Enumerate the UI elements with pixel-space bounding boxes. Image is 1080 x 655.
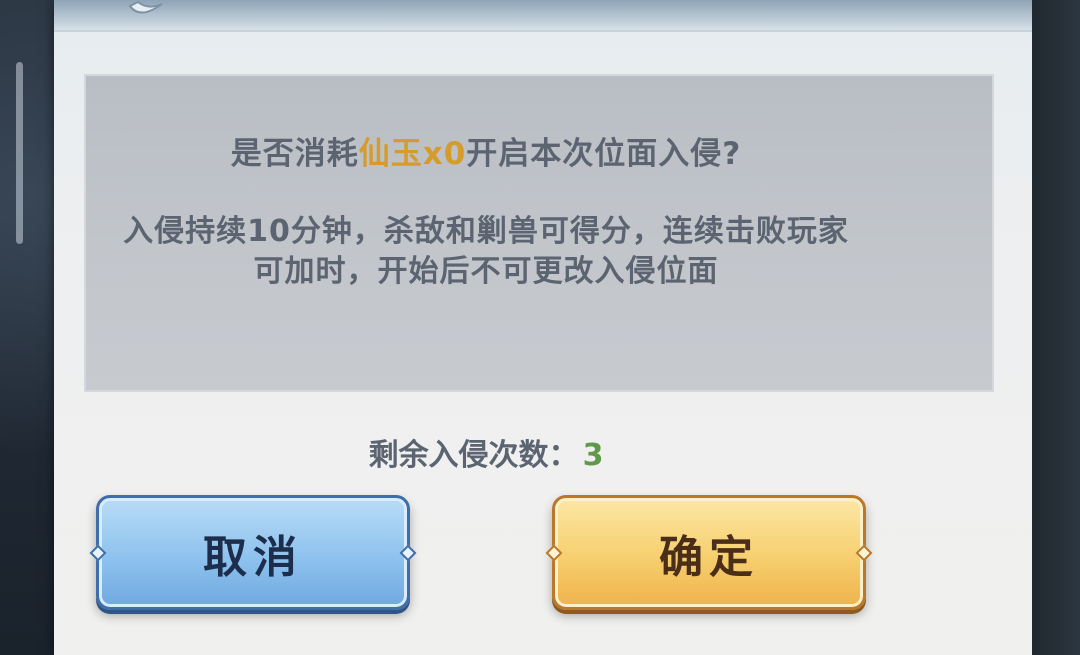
remaining-count: 3 xyxy=(582,438,604,473)
confirm-button-label: 确定 xyxy=(659,531,759,583)
remaining-invasions: 剩余入侵次数： 3 xyxy=(0,430,1026,474)
prompt-prefix: 是否消耗 xyxy=(230,136,359,172)
leaf-emblem-icon xyxy=(128,0,163,14)
prompt-cost: 仙玉x0 xyxy=(358,136,467,172)
prompt-suffix: 开启本次位面入侵? xyxy=(466,136,742,172)
invasion-prompt: 是否消耗仙玉x0开启本次位面入侵? xyxy=(0,128,1026,173)
remaining-label: 剩余入侵次数： xyxy=(368,438,579,473)
cancel-button[interactable]: 取消 xyxy=(89,495,417,610)
confirm-button[interactable]: 确定 xyxy=(545,495,873,610)
info-line-1: 入侵持续10分钟，杀敌和剿兽可得分，连续击败玩家 xyxy=(123,214,849,249)
info-line-2: 可加时，开始后不可更改入侵位面 xyxy=(253,254,719,289)
invasion-info: 入侵持续10分钟，杀敌和剿兽可得分，连续击败玩家 可加时，开始后不可更改入侵位面 xyxy=(0,212,1026,292)
background-edge xyxy=(1032,0,1080,655)
cancel-button-label: 取消 xyxy=(203,531,303,583)
dialog-header xyxy=(54,0,1032,32)
